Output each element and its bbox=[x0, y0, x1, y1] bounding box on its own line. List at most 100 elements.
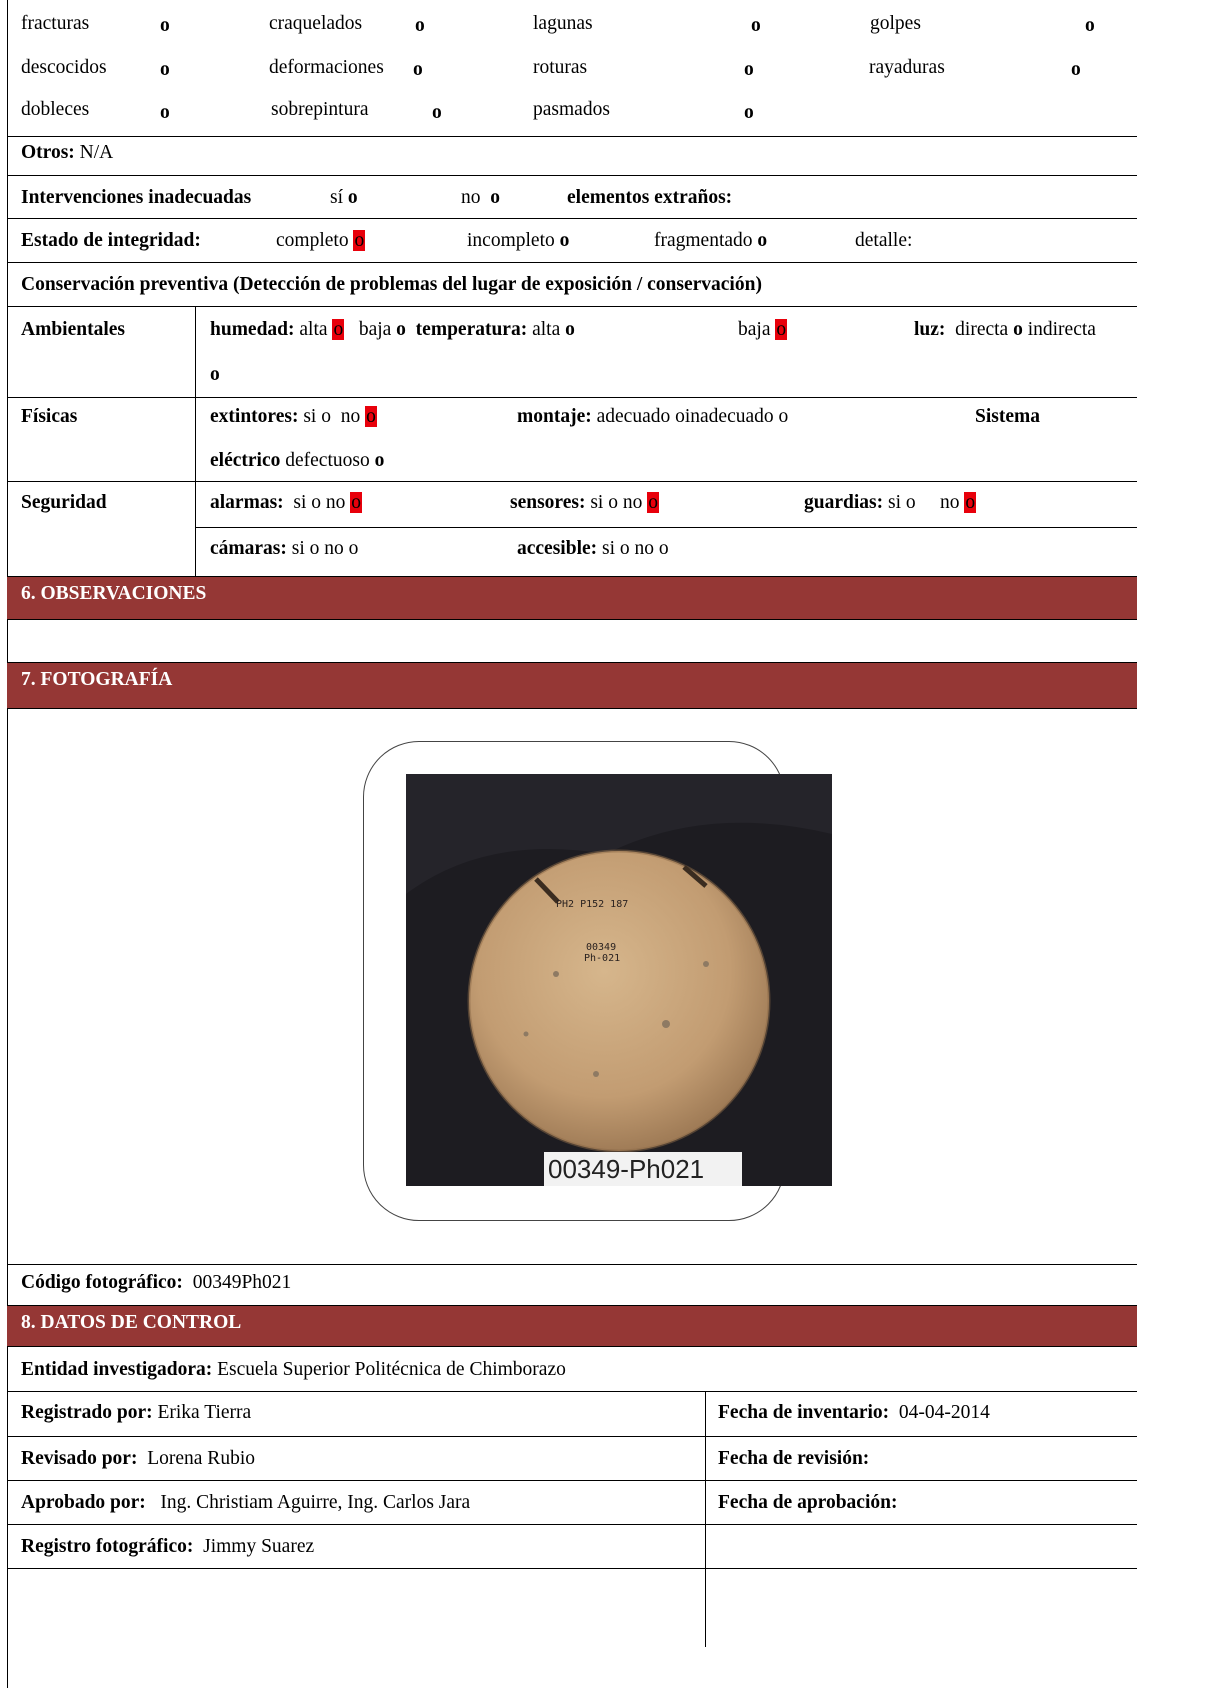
fisicas-electrico: eléctrico defectuoso o bbox=[210, 449, 384, 473]
no-label: no bbox=[340, 406, 361, 427]
mark: o bbox=[160, 59, 170, 80]
divider bbox=[7, 1480, 1137, 1481]
mark: o bbox=[1013, 319, 1023, 340]
aprobado-value: Ing. Christiam Aguirre, Ing. Carlos Jara bbox=[160, 1492, 471, 1513]
elementos-extranos-label: elementos extraños: bbox=[567, 187, 733, 208]
baja-label: baja bbox=[358, 319, 392, 340]
revisado-row: Revisado por: Lorena Rubio bbox=[21, 1447, 255, 1471]
mark: o bbox=[160, 15, 170, 36]
divider bbox=[7, 306, 1137, 307]
fisicas-label: Físicas bbox=[21, 406, 78, 427]
aprobado-row: Aprobado por: Ing. Christiam Aguirre, In… bbox=[21, 1491, 470, 1515]
intervenciones-label: Intervenciones inadecuadas bbox=[21, 187, 252, 208]
montaje-label: montaje: bbox=[517, 406, 592, 427]
registrado-row: Registrado por: Erika Tierra bbox=[21, 1401, 251, 1425]
ambientales-luz: luz: directa o indirecta bbox=[914, 318, 1096, 342]
alta-label: alta bbox=[299, 319, 328, 340]
mark: o bbox=[160, 102, 170, 123]
no-label: no bbox=[461, 187, 481, 208]
ambientales-temp-baja: baja o bbox=[738, 318, 788, 342]
marked-option: o bbox=[353, 230, 366, 251]
indirecta-label: indirecta bbox=[1027, 319, 1096, 340]
divider bbox=[7, 175, 1137, 176]
mark: o bbox=[321, 406, 331, 427]
artifact-photo-graphic: PH2 P152 187 00349 Ph-021 00349-Ph021 bbox=[406, 774, 832, 1186]
fecha-inventario-value: 04-04-2014 bbox=[898, 1402, 990, 1423]
aprobado-label: Aprobado por: bbox=[21, 1492, 146, 1513]
mark: o bbox=[744, 59, 754, 80]
integridad-fragmentado: fragmentado o bbox=[654, 229, 767, 253]
intervenciones-no: no o bbox=[461, 186, 500, 210]
fecha-inventario-row: Fecha de inventario: 04-04-2014 bbox=[718, 1401, 990, 1425]
seguridad-sensores: sensores: si o no o bbox=[510, 491, 659, 515]
mark: o bbox=[347, 187, 358, 208]
registro-foto-value: Jimmy Suarez bbox=[203, 1536, 315, 1557]
mark: o bbox=[751, 15, 761, 36]
directa-label: directa bbox=[955, 319, 1009, 340]
camaras-label: cámaras: bbox=[210, 538, 287, 559]
section-title: 7. FOTOGRAFÍA bbox=[21, 669, 173, 690]
divider bbox=[7, 397, 1137, 398]
entidad-value: Escuela Superior Politécnica de Chimbora… bbox=[217, 1359, 566, 1380]
mark: o bbox=[559, 230, 570, 251]
column-divider bbox=[195, 306, 196, 577]
fisicas-extintores: extintores: si o no o bbox=[210, 405, 377, 429]
mark: o bbox=[565, 319, 575, 340]
damage-lagunas: lagunas bbox=[533, 13, 593, 34]
sensores-options: si o no bbox=[590, 492, 643, 513]
accesible-label: accesible: bbox=[517, 538, 598, 559]
alarmas-label: alarmas: bbox=[210, 492, 284, 513]
sensores-label: sensores: bbox=[510, 492, 586, 513]
mark: o bbox=[413, 59, 423, 80]
damage-fracturas: fracturas bbox=[21, 13, 90, 34]
registro-foto-label: Registro fotográfico: bbox=[21, 1536, 194, 1557]
guardias-label: guardias: bbox=[804, 492, 884, 513]
catalog-ink: PH2 P152 187 bbox=[556, 899, 628, 910]
form-left-border bbox=[7, 0, 8, 1688]
divider bbox=[195, 527, 1137, 528]
fragmentado-label: fragmentado bbox=[654, 230, 753, 251]
registrado-value: Erika Tierra bbox=[157, 1402, 252, 1423]
marked-option: o bbox=[775, 319, 788, 340]
sistema-label: Sistema bbox=[975, 406, 1040, 427]
damage-deformaciones: deformaciones bbox=[269, 57, 384, 78]
damage-rayaduras: rayaduras bbox=[869, 57, 945, 78]
revisado-label: Revisado por: bbox=[21, 1448, 138, 1469]
damage-sobrepintura: sobrepintura bbox=[271, 99, 369, 120]
humedad-label: humedad: bbox=[210, 319, 295, 340]
si-label: si bbox=[303, 406, 317, 427]
mark: o bbox=[432, 102, 442, 123]
extintores-label: extintores: bbox=[210, 406, 299, 427]
marked-option: o bbox=[964, 492, 977, 513]
section-control: 8. DATOS DE CONTROL bbox=[7, 1305, 1137, 1347]
si-label: sí bbox=[330, 187, 344, 208]
fecha-revision-label: Fecha de revisión: bbox=[718, 1448, 870, 1469]
divider bbox=[7, 262, 1137, 263]
otros-label: Otros: bbox=[21, 142, 75, 163]
codigo-label: Código fotográfico: bbox=[21, 1272, 183, 1293]
divider bbox=[7, 136, 1137, 137]
defectuoso-label: defectuoso bbox=[285, 450, 370, 471]
incompleto-label: incompleto bbox=[467, 230, 555, 251]
artifact-photo: PH2 P152 187 00349 Ph-021 00349-Ph021 bbox=[406, 774, 832, 1186]
integridad-completo: completo o bbox=[276, 229, 366, 253]
column-divider bbox=[705, 1391, 706, 1647]
mark: o bbox=[1085, 15, 1095, 36]
otros-row: Otros: N/A bbox=[21, 141, 113, 165]
damage-dobleces: dobleces bbox=[21, 99, 90, 120]
mark: o bbox=[744, 102, 754, 123]
entidad-label: Entidad investigadora: bbox=[21, 1359, 213, 1380]
marked-option: o bbox=[647, 492, 659, 513]
electrico-label: eléctrico bbox=[210, 450, 281, 471]
codigo-row: Código fotográfico: 00349Ph021 bbox=[21, 1271, 291, 1295]
intervenciones-si: sí o bbox=[330, 186, 358, 210]
section-title: 8. DATOS DE CONTROL bbox=[21, 1312, 242, 1333]
marked-option: o bbox=[365, 406, 377, 427]
seguridad-guardias: guardias: si o no o bbox=[804, 491, 977, 515]
temperatura-label: temperatura: bbox=[415, 319, 528, 340]
marked-option: o bbox=[350, 492, 363, 513]
divider bbox=[7, 1524, 1137, 1525]
accesible-options: si o no o bbox=[602, 538, 669, 559]
integridad-label: Estado de integridad: bbox=[21, 230, 201, 251]
completo-label: completo bbox=[276, 230, 349, 251]
